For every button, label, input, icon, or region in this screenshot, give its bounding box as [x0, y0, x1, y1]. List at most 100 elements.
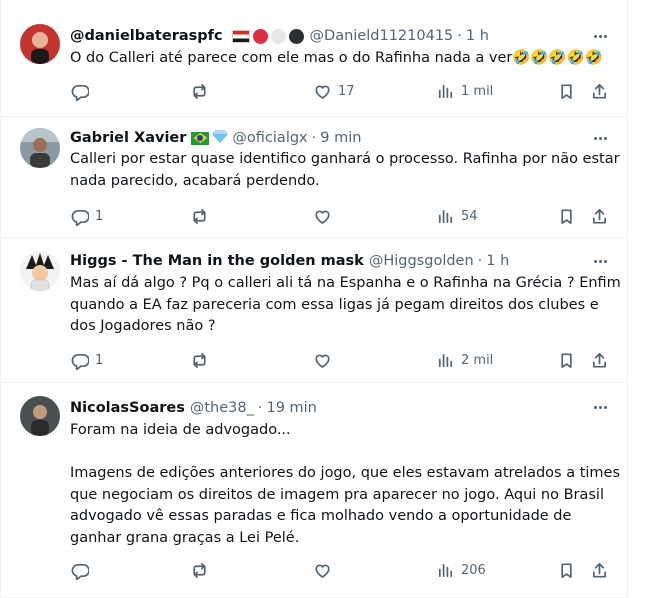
views-button[interactable]: 206: [436, 559, 486, 581]
author-name[interactable]: @danielbateraspfc: [70, 28, 223, 44]
views-count: 206: [461, 562, 486, 578]
avatar[interactable]: [20, 251, 60, 291]
author-name[interactable]: Gabriel Xavier: [70, 130, 186, 146]
bookmark-button[interactable]: [557, 80, 576, 102]
author-name[interactable]: Higgs - The Man in the golden mask: [70, 253, 364, 269]
tweet-header: @danielbateraspfc @Danield11210415 · 1 h: [70, 26, 489, 46]
bookmark-button[interactable]: [557, 349, 576, 371]
views-count: 1 mil: [461, 83, 494, 99]
bookmark-button[interactable]: [557, 205, 576, 227]
reply-count: 1: [95, 352, 104, 368]
reply-icon: [70, 351, 89, 370]
gem-emoji: [212, 129, 229, 147]
author-handle[interactable]: @Higgsgolden: [369, 253, 474, 269]
share-button[interactable]: [590, 80, 609, 102]
tweet[interactable]: @danielbateraspfc @Danield11210415 · 1 h…: [0, 0, 628, 117]
more-icon[interactable]: [590, 251, 610, 271]
brazil-flag-emoji: [191, 131, 210, 145]
repost-icon: [190, 207, 209, 226]
like-icon: [313, 561, 332, 580]
bookmark-button[interactable]: [557, 559, 576, 581]
share-icon: [590, 561, 609, 580]
reply-button[interactable]: 1: [70, 349, 103, 371]
like-button[interactable]: [313, 205, 338, 227]
separator-dot: ·: [457, 28, 462, 44]
reply-button[interactable]: [70, 80, 95, 102]
views-icon: [436, 351, 455, 370]
timestamp[interactable]: 1 h: [466, 28, 489, 44]
repost-button[interactable]: [190, 205, 215, 227]
tweet[interactable]: NicolasSoares @the38_ · 19 min Foram na …: [0, 383, 628, 598]
like-icon: [313, 351, 332, 370]
separator-dot: ·: [257, 400, 263, 416]
avatar[interactable]: [20, 396, 60, 436]
share-button[interactable]: [590, 559, 609, 581]
views-icon: [436, 82, 455, 101]
more-icon[interactable]: [590, 397, 610, 417]
more-icon[interactable]: [590, 128, 610, 148]
separator-dot: ·: [477, 253, 483, 269]
timestamp[interactable]: 19 min: [266, 400, 316, 416]
share-button[interactable]: [590, 205, 609, 227]
like-icon: [313, 207, 332, 226]
tweet[interactable]: Gabriel Xavier @oficialgx · 9 min Caller…: [0, 117, 628, 238]
black-circle-emoji: [288, 28, 304, 44]
action-bar: 206: [0, 559, 628, 581]
bookmark-icon: [557, 561, 576, 580]
bookmark-icon: [557, 207, 576, 226]
bookmark-icon: [557, 82, 576, 101]
tweet-header: NicolasSoares @the38_ · 19 min: [70, 398, 317, 418]
tweet-text: Calleri por estar quase identifico ganha…: [70, 151, 625, 189]
reply-button[interactable]: [70, 559, 95, 581]
views-button[interactable]: 1 mil: [436, 80, 493, 102]
tweet-text: Mas aí dá algo ? Pq o calleri ali tá na …: [70, 275, 626, 334]
separator-dot: ·: [311, 130, 317, 146]
repost-button[interactable]: [190, 349, 215, 371]
share-icon: [590, 82, 609, 101]
views-button[interactable]: 54: [436, 205, 478, 227]
white-circle-emoji: [270, 28, 286, 44]
bookmark-icon: [557, 351, 576, 370]
like-button[interactable]: [313, 559, 338, 581]
reply-icon: [70, 561, 89, 580]
repost-icon: [190, 561, 209, 580]
reply-icon: [70, 207, 89, 226]
views-button[interactable]: 2 mil: [436, 349, 493, 371]
views-count: 2 mil: [461, 352, 494, 368]
timestamp[interactable]: 1 h: [486, 253, 509, 269]
share-icon: [590, 351, 609, 370]
action-bar: 17 1 mil: [0, 80, 628, 102]
author-handle[interactable]: @the38_: [190, 400, 254, 416]
red-circle-emoji: [252, 28, 268, 44]
repost-button[interactable]: [190, 80, 215, 102]
tweet[interactable]: Higgs - The Man in the golden mask @Higg…: [0, 238, 628, 383]
repost-icon: [190, 82, 209, 101]
share-icon: [590, 207, 609, 226]
more-icon[interactable]: [590, 26, 610, 46]
action-bar: 1 54: [0, 205, 628, 227]
action-bar: 1 2 mil: [0, 349, 628, 371]
reply-button[interactable]: 1: [70, 205, 103, 227]
repost-button[interactable]: [190, 559, 215, 581]
views-count: 54: [461, 208, 478, 224]
reply-feed: @danielbateraspfc @Danield11210415 · 1 h…: [0, 0, 658, 598]
views-icon: [436, 561, 455, 580]
tweet-header: Higgs - The Man in the golden mask @Higg…: [70, 251, 509, 271]
avatar[interactable]: [20, 24, 60, 64]
tweet-header: Gabriel Xavier @oficialgx · 9 min: [70, 128, 361, 148]
like-button[interactable]: 17: [313, 80, 355, 102]
like-count: 17: [338, 83, 355, 99]
views-icon: [436, 207, 455, 226]
timestamp[interactable]: 9 min: [320, 130, 361, 146]
tweet-text: O do Calleri até parece com ele mas o do…: [70, 50, 603, 66]
reply-icon: [70, 82, 89, 101]
repost-icon: [190, 351, 209, 370]
tweet-text: Foram na ideia de advogado... Imagens de…: [70, 422, 621, 546]
share-button[interactable]: [590, 349, 609, 371]
author-handle[interactable]: @Danield11210415: [310, 28, 454, 44]
reply-count: 1: [95, 208, 104, 224]
author-handle[interactable]: @oficialgx: [232, 130, 307, 146]
like-button[interactable]: [313, 349, 338, 371]
avatar[interactable]: [20, 128, 60, 168]
author-name[interactable]: NicolasSoares: [70, 400, 185, 416]
